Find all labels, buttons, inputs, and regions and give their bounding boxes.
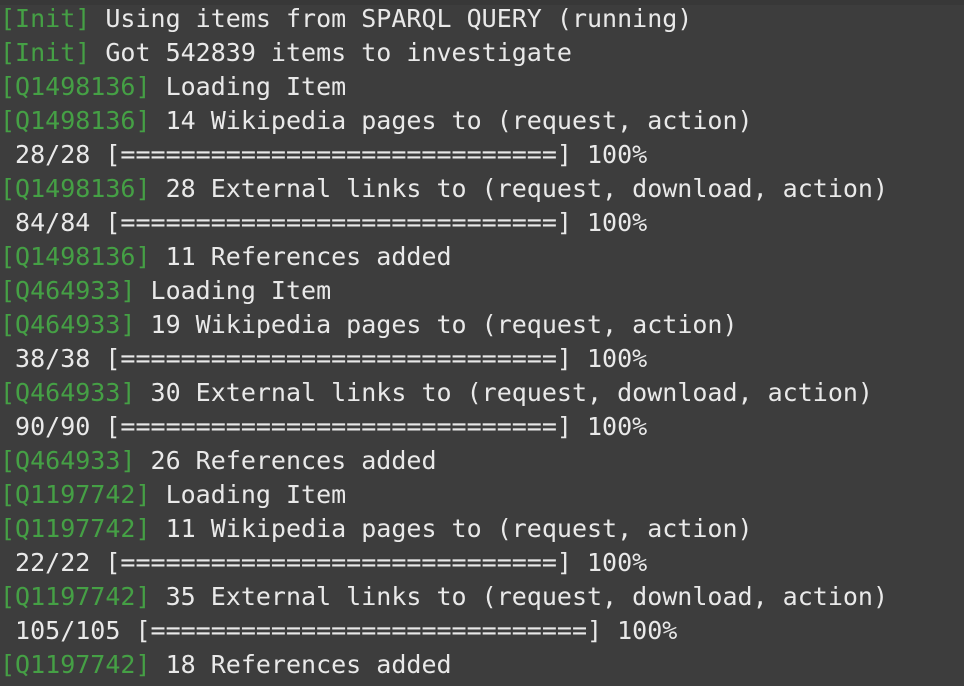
progress-percent: 100% xyxy=(602,616,678,645)
log-tag: [Init] xyxy=(0,4,91,33)
progress-counter: 22/22 xyxy=(0,548,106,577)
progress-percent: 100% xyxy=(571,140,648,169)
log-message: Loading Item xyxy=(135,276,332,305)
terminal-line: [Init] Got 542839 items to investigate xyxy=(0,36,964,70)
log-message: 11 References added xyxy=(150,242,452,271)
terminal-line: [Q464933] 19 Wikipedia pages to (request… xyxy=(0,308,964,342)
progress-bar: [=============================] xyxy=(135,616,603,645)
terminal-window[interactable]: [Init] Using items from SPARQL QUERY (ru… xyxy=(0,0,964,686)
log-tag: [Q464933] xyxy=(0,446,136,475)
terminal-line: 84/84 [=============================] 10… xyxy=(0,206,964,240)
terminal-line: [Q1197742] Loading Item xyxy=(0,478,964,512)
log-tag: [Q1498136] xyxy=(0,242,151,271)
log-message: 26 References added xyxy=(135,446,437,475)
progress-bar: [=============================] xyxy=(105,548,572,577)
terminal-line: [Q1498136] 11 References added xyxy=(0,240,964,274)
terminal-line: [Q1197742] 35 External links to (request… xyxy=(0,580,964,614)
progress-bar: [=============================] xyxy=(105,140,572,169)
log-tag: [Q1197742] xyxy=(0,480,151,509)
progress-bar: [=============================] xyxy=(105,208,572,237)
progress-counter: 38/38 xyxy=(0,344,106,373)
terminal-line: [Q1498136] Loading Item xyxy=(0,70,964,104)
terminal-screen-output: [Init] Using items from SPARQL QUERY (ru… xyxy=(0,2,964,682)
log-tag: [Q1498136] xyxy=(0,106,151,135)
log-tag: [Q1197742] xyxy=(0,582,151,611)
log-message: 18 References added xyxy=(150,650,452,679)
terminal-line: [Q1197742] 18 References added xyxy=(0,648,964,682)
terminal-line: [Q464933] Loading Item xyxy=(0,274,964,308)
terminal-line: 28/28 [=============================] 10… xyxy=(0,138,964,172)
progress-percent: 100% xyxy=(571,412,648,441)
log-message: Loading Item xyxy=(150,72,347,101)
log-tag: [Q1498136] xyxy=(0,72,151,101)
log-message: Using items from SPARQL QUERY (running) xyxy=(90,4,693,33)
log-message: Loading Item xyxy=(150,480,347,509)
progress-counter: 84/84 xyxy=(0,208,106,237)
terminal-line: [Init] Using items from SPARQL QUERY (ru… xyxy=(0,2,964,36)
terminal-line: [Q1498136] 28 External links to (request… xyxy=(0,172,964,206)
terminal-line: [Q1498136] 14 Wikipedia pages to (reques… xyxy=(0,104,964,138)
log-message: 19 Wikipedia pages to (request, action) xyxy=(135,310,738,339)
log-tag: [Q1197742] xyxy=(0,650,151,679)
progress-bar: [=============================] xyxy=(105,412,572,441)
log-tag: [Q464933] xyxy=(0,276,136,305)
log-tag: [Q1197742] xyxy=(0,514,151,543)
log-tag: [Q464933] xyxy=(0,310,136,339)
log-message: 14 Wikipedia pages to (request, action) xyxy=(150,106,753,135)
terminal-line: [Q1197742] 11 Wikipedia pages to (reques… xyxy=(0,512,964,546)
progress-counter: 28/28 xyxy=(0,140,106,169)
progress-percent: 100% xyxy=(571,548,648,577)
log-message: 35 External links to (request, download,… xyxy=(150,582,889,611)
progress-percent: 100% xyxy=(571,344,648,373)
progress-bar: [=============================] xyxy=(105,344,572,373)
terminal-line: 38/38 [=============================] 10… xyxy=(0,342,964,376)
log-message: 30 External links to (request, download,… xyxy=(135,378,873,407)
log-message: 11 Wikipedia pages to (request, action) xyxy=(150,514,753,543)
log-tag: [Q464933] xyxy=(0,378,136,407)
terminal-line: 105/105 [=============================] … xyxy=(0,614,964,648)
log-tag: [Init] xyxy=(0,38,91,67)
log-message: Got 542839 items to investigate xyxy=(90,38,572,67)
terminal-line: 90/90 [=============================] 10… xyxy=(0,410,964,444)
terminal-line: [Q464933] 26 References added xyxy=(0,444,964,478)
progress-counter: 90/90 xyxy=(0,412,106,441)
log-message: 28 External links to (request, download,… xyxy=(150,174,889,203)
progress-counter: 105/105 xyxy=(0,616,136,645)
progress-percent: 100% xyxy=(571,208,648,237)
log-tag: [Q1498136] xyxy=(0,174,151,203)
terminal-line: [Q464933] 30 External links to (request,… xyxy=(0,376,964,410)
terminal-line: 22/22 [=============================] 10… xyxy=(0,546,964,580)
